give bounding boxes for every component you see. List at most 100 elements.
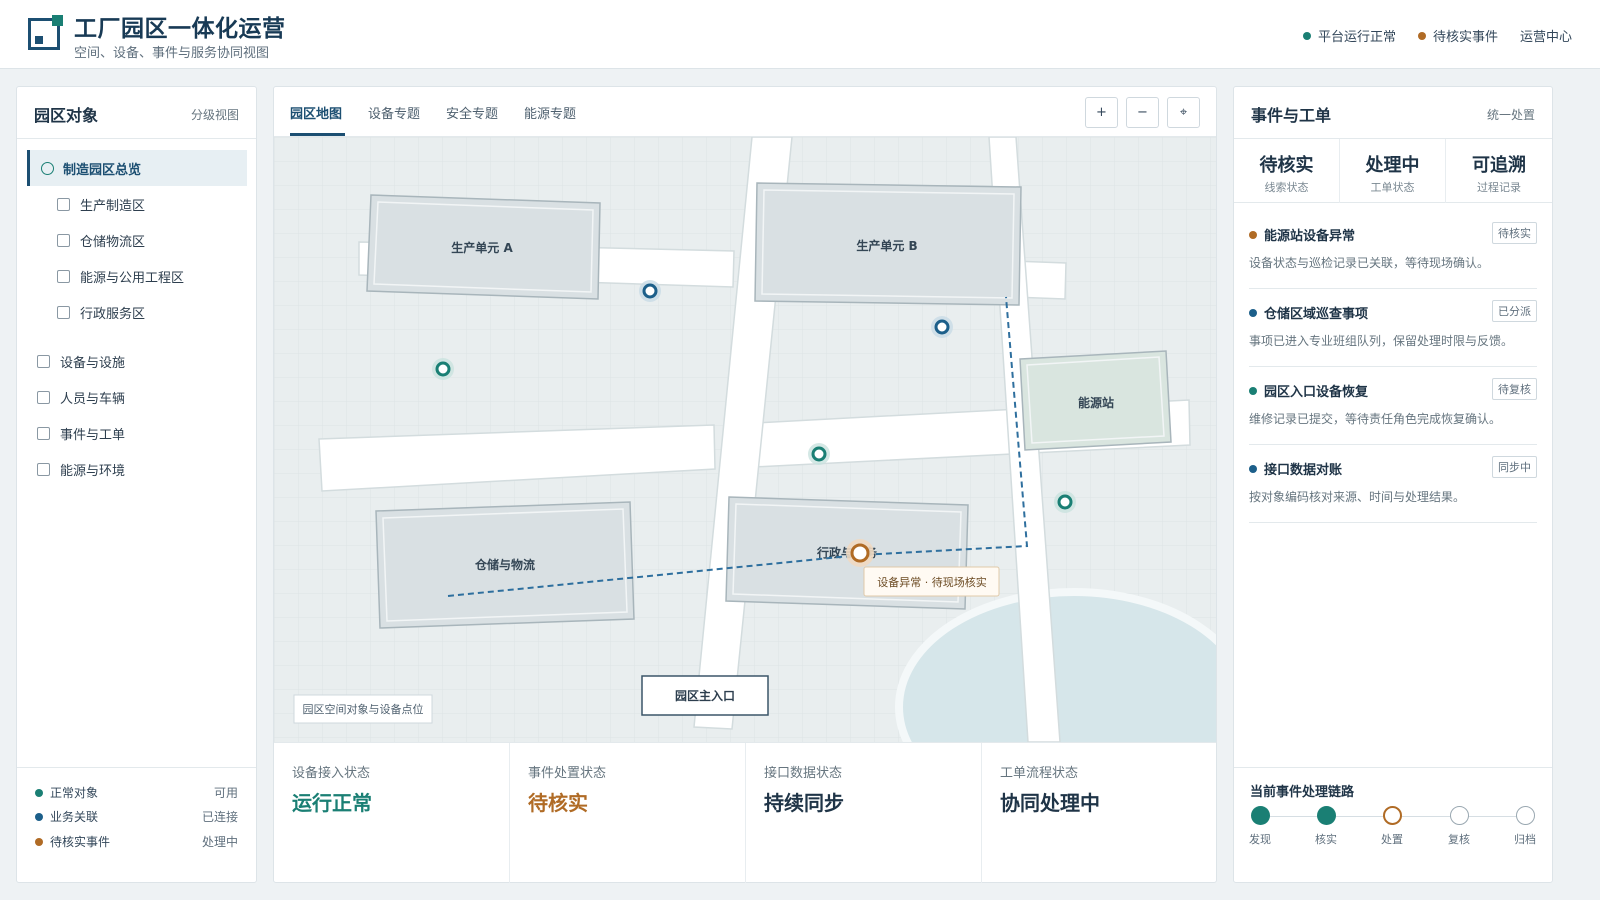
legend-dot-icon <box>35 812 43 821</box>
unified-dispose-button[interactable]: 统一处置 <box>1487 106 1535 123</box>
event-title: 能源站设备异常 <box>1249 225 1355 244</box>
building-label: 能源站 <box>1078 395 1114 410</box>
device-point-blue[interactable] <box>639 280 661 302</box>
status-card-value: 待核实 <box>528 791 588 815</box>
ops-center-link[interactable]: 运营中心 <box>1520 26 1572 45</box>
legend-row: 业务关联 已连接 <box>35 808 238 825</box>
park-map[interactable]: 生产单元 A 生产单元 B 能源站 仓储与物流 行政与服务 <box>274 137 1216 742</box>
step-label: 复核 <box>1448 833 1470 846</box>
step-label: 归档 <box>1514 833 1536 846</box>
legend-row: 正常对象 可用 <box>35 784 238 801</box>
checkbox-icon[interactable] <box>57 306 70 319</box>
tree-item-park-overview[interactable]: 制造园区总览 <box>27 150 247 186</box>
tree-item-events-workorders[interactable]: 事件与工单 <box>37 424 125 443</box>
checkbox-icon[interactable] <box>57 234 70 247</box>
chain-title: 当前事件处理链路 <box>1250 785 1355 800</box>
event-title-text: 仓储区域巡查事项 <box>1264 307 1369 322</box>
kpi-workorder-status: 处理中 工单状态 <box>1340 139 1446 203</box>
kpi-value: 待核实 <box>1259 155 1314 176</box>
pending-events-status[interactable]: 待核实事件 <box>1417 26 1498 45</box>
hierarchy-view-button[interactable]: 分级视图 <box>191 106 239 123</box>
event-title: 园区入口设备恢复 <box>1249 381 1368 400</box>
building-unit-a[interactable]: 生产单元 A <box>366 194 601 300</box>
event-item[interactable]: 接口数据对账 同步中 按对象编码核对来源、时间与处理结果。 <box>1249 445 1537 523</box>
object-legend: 正常对象 可用 业务关联 已连接 待核实事件 处理中 <box>17 767 256 882</box>
event-tag[interactable]: 已分派 <box>1492 300 1537 322</box>
event-item[interactable]: 仓储区域巡查事项 已分派 事项已进入专业班组队列，保留处理时限与反馈。 <box>1249 289 1537 367</box>
tab-park-map[interactable]: 园区地图 <box>290 103 342 122</box>
tree-item-label: 设备与设施 <box>60 356 126 371</box>
event-tag[interactable]: 同步中 <box>1492 456 1537 478</box>
app-logo <box>28 15 63 50</box>
event-description: 按对象编码核对来源、时间与处理结果。 <box>1249 490 1466 504</box>
event-title: 仓储区域巡查事项 <box>1249 303 1368 322</box>
event-title: 接口数据对账 <box>1249 459 1342 478</box>
legend-value: 已连接 <box>201 810 238 824</box>
status-card-device: 设备接入状态 运行正常 <box>274 743 510 883</box>
tree-item-production-zone[interactable]: 生产制造区 <box>57 195 145 214</box>
tab-safety[interactable]: 安全专题 <box>446 103 498 122</box>
tree-item-energy-environment[interactable]: 能源与环境 <box>37 460 125 479</box>
event-tag[interactable]: 待复核 <box>1492 378 1537 400</box>
status-card-label: 事件处置状态 <box>528 766 607 781</box>
kpi-clue-status: 待核实 线索状态 <box>1234 139 1340 203</box>
chain-step-archive[interactable]: 归档 <box>1505 806 1545 847</box>
legend-value: 处理中 <box>201 835 238 849</box>
building-energy-station[interactable]: 能源站 <box>1019 350 1172 451</box>
radio-icon <box>41 161 54 175</box>
chain-step-handle[interactable]: 处置 <box>1372 806 1412 847</box>
object-panel: 园区对象 分级视图 制造园区总览 生产制造区 仓储物流区 能源与公用工程区 行政… <box>16 86 257 883</box>
active-tab-indicator <box>290 133 345 136</box>
tree-item-admin-zone[interactable]: 行政服务区 <box>57 303 145 322</box>
kpi-label: 工单状态 <box>1370 181 1415 194</box>
chain-step-discover[interactable]: 发现 <box>1240 806 1280 847</box>
kpi-value: 可追溯 <box>1472 155 1526 176</box>
checkbox-icon[interactable] <box>37 391 50 404</box>
checkbox-icon[interactable] <box>57 198 70 211</box>
chain-step-review[interactable]: 复核 <box>1439 806 1479 847</box>
event-item[interactable]: 能源站设备异常 待核实 设备状态与巡检记录已关联，等待现场确认。 <box>1249 211 1537 289</box>
tree-item-people-vehicles[interactable]: 人员与车辆 <box>37 388 125 407</box>
entrance-label: 园区主入口 <box>675 688 735 703</box>
alert-point[interactable] <box>846 539 874 567</box>
app-title: 工厂园区一体化运营 <box>74 16 286 42</box>
alert-tooltip-text: 设备异常 · 待现场核实 <box>877 575 987 589</box>
zoom-out-button[interactable]: − <box>1126 97 1159 128</box>
checkbox-icon[interactable] <box>37 427 50 440</box>
tree-item-label: 人员与车辆 <box>60 392 126 407</box>
map-panel: 园区地图 设备专题 安全专题 能源专题 + − ⌖ 生产单元 A 生产单元 B … <box>273 86 1217 883</box>
tree-item-warehouse-zone[interactable]: 仓储物流区 <box>57 231 145 250</box>
status-dot-icon <box>1417 31 1426 40</box>
device-point-teal[interactable] <box>432 358 454 380</box>
building-warehouse[interactable]: 仓储与物流 <box>375 501 635 629</box>
legend-label: 正常对象 <box>50 786 99 800</box>
tree-item-label: 行政服务区 <box>80 307 146 322</box>
status-card-event: 事件处置状态 待核实 <box>510 743 746 883</box>
device-point-blue[interactable] <box>931 316 953 338</box>
step-pending-icon <box>1449 806 1469 825</box>
legend-row: 待核实事件 处理中 <box>35 833 238 850</box>
device-point-teal[interactable] <box>1054 491 1076 513</box>
tab-energy[interactable]: 能源专题 <box>524 103 576 122</box>
app-header: 工厂园区一体化运营 空间、设备、事件与服务协同视图 平台运行正常 待核实事件 运… <box>0 0 1600 69</box>
event-panel-title: 事件与工单 <box>1251 106 1332 125</box>
event-panel-header: 事件与工单 统一处置 <box>1234 87 1552 139</box>
zoom-in-button[interactable]: + <box>1085 97 1118 128</box>
checkbox-icon[interactable] <box>57 270 70 283</box>
event-title-text: 能源站设备异常 <box>1264 229 1356 244</box>
tree-item-energy-zone[interactable]: 能源与公用工程区 <box>57 267 184 286</box>
status-dot-icon <box>1302 31 1311 40</box>
tab-equipment[interactable]: 设备专题 <box>368 103 420 122</box>
building-unit-b[interactable]: 生产单元 B <box>754 182 1022 306</box>
locate-button[interactable]: ⌖ <box>1167 97 1200 128</box>
park-entrance[interactable]: 园区主入口 <box>641 675 769 716</box>
event-item[interactable]: 园区入口设备恢复 待复核 维修记录已提交，等待责任角色完成恢复确认。 <box>1249 367 1537 445</box>
device-point-teal[interactable] <box>808 443 830 465</box>
chain-step-verify[interactable]: 核实 <box>1306 806 1346 847</box>
tree-item-equipment[interactable]: 设备与设施 <box>37 352 125 371</box>
checkbox-icon[interactable] <box>37 463 50 476</box>
status-card-value: 持续同步 <box>764 791 844 815</box>
checkbox-icon[interactable] <box>37 355 50 368</box>
step-label: 发现 <box>1249 833 1271 846</box>
event-tag[interactable]: 待核实 <box>1492 222 1537 244</box>
